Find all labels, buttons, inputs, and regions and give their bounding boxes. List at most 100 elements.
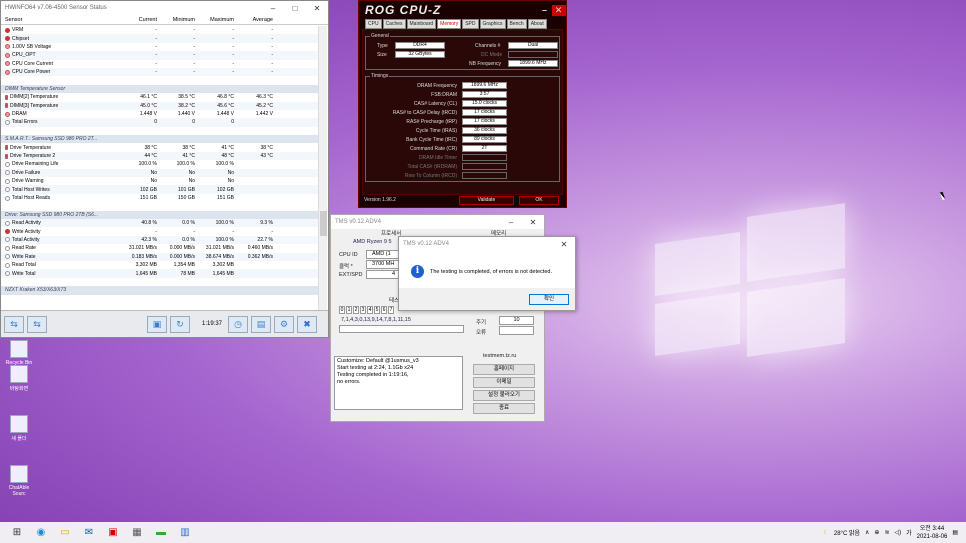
desktop-icon-recycle-bin[interactable]: Recycle Bin <box>4 340 34 366</box>
desktop-icon-app[interactable]: ChatAble Sourc <box>4 465 34 497</box>
validate-button[interactable]: Validate <box>459 196 514 205</box>
test-digit[interactable]: 6 <box>381 306 387 314</box>
cpuz-titlebar[interactable]: ROG CPU-Z – ✕ <box>359 1 566 19</box>
sensor-row[interactable]: DIMM[2] Temperature 46.1 °C 38.5 °C 46.8 °C… <box>1 93 319 101</box>
hwinfo-taskbar-icon[interactable]: ▦ <box>130 526 144 540</box>
tab-about[interactable]: About <box>527 19 547 29</box>
sensor-group-row[interactable]: S.M.A.R.T.: Samsung SSD 980 PRO 2T... <box>1 135 319 144</box>
sensor-row[interactable] <box>1 277 319 287</box>
tab-graphics[interactable]: Graphics <box>479 19 506 29</box>
test-digit[interactable]: 2 <box>353 306 359 314</box>
start-icon[interactable]: ⊞ <box>10 526 24 540</box>
cpuz-taskbar-icon[interactable]: ▣ <box>106 526 120 540</box>
chevron-up-icon[interactable]: ∧ <box>865 529 869 536</box>
sensor-row[interactable]: Drive Temperature 2 44 °C 41 °C 48 °C 43 °C <box>1 151 319 161</box>
col-maximum[interactable]: Maximum <box>198 17 237 23</box>
wifi-icon[interactable]: ≋ <box>884 529 889 536</box>
sensor-row[interactable] <box>1 126 319 136</box>
sensor-row[interactable]: Write Rate 0.183 MB/s 0.000 MB/s 38.674 MB/… <box>1 252 319 261</box>
report-icon[interactable]: ▤ <box>251 315 272 333</box>
sensor-row[interactable]: Drive Remaining Life 100.0 % 100.0 % 100.0 … <box>1 160 319 168</box>
sensor-row[interactable]: CPU Core Power - - - - <box>1 67 319 77</box>
sensor-row[interactable]: DIMM[3] Temperature 45.0 °C 38.2 °C 45.6 °C… <box>1 101 319 110</box>
close-icon[interactable]: ✕ <box>553 240 575 249</box>
test-digit[interactable]: 5 <box>374 306 380 314</box>
sensor-group-row[interactable]: NZXT Kraken X53/X63/X73 <box>1 286 319 295</box>
notification-icon[interactable]: ▤ <box>952 529 958 536</box>
sensor-row[interactable]: CPU Core Current - - - - <box>1 60 319 68</box>
cpuz-ok-button[interactable]: OK <box>519 196 559 205</box>
test-digit[interactable]: 3 <box>360 306 366 314</box>
desktop-icon-folder-2[interactable]: 새 폴더 <box>4 415 34 442</box>
settings-icon[interactable]: ⚙ <box>274 315 295 333</box>
sensor-row[interactable]: Drive Failure No No No <box>1 168 319 178</box>
sensor-row[interactable] <box>1 202 319 211</box>
sensor-row[interactable]: CPU_OPT - - - - <box>1 51 319 60</box>
tab-mainboard[interactable]: Mainboard <box>406 19 437 29</box>
network-icon[interactable]: ▣ <box>147 315 167 333</box>
sensor-row[interactable]: Drive Temperature 38 °C 38 °C 41 °C 38 °C <box>1 143 319 151</box>
tms-titlebar[interactable]: TMS v0.12 ADV4 – ✕ <box>331 215 544 229</box>
sensor-group-row[interactable]: DIMM Temperature Sensor <box>1 84 319 94</box>
clock-icon[interactable]: ◷ <box>228 315 249 333</box>
sensor-row[interactable]: Write Activity - - - - <box>1 227 319 235</box>
tab-caches[interactable]: Caches <box>382 19 406 29</box>
dialog-ok-button[interactable]: 확인 <box>529 294 569 305</box>
volume-icon[interactable]: ◁) <box>894 529 901 536</box>
file-explorer-icon[interactable]: ▭ <box>58 526 72 540</box>
sensor-row[interactable]: Read Rate 31.021 MB/s 0.000 MB/s 31.021 MB/… <box>1 244 319 252</box>
close-sensors-icon[interactable]: ✖ <box>297 315 318 333</box>
sensor-group-row[interactable]: Drive: Samsung SSD 980 PRO 2TB (S6... <box>1 210 319 219</box>
sensor-row[interactable]: VRM - - - - <box>1 26 319 34</box>
homepage-button[interactable]: 홈페이지 <box>473 364 535 375</box>
edge-icon[interactable]: ◉ <box>34 526 48 540</box>
memory-taskbar-icon[interactable]: ▬ <box>154 526 168 540</box>
col-minimum[interactable]: Minimum <box>160 17 198 23</box>
tab-bench[interactable]: Bench <box>506 19 527 29</box>
close-icon[interactable]: ✕ <box>522 218 544 227</box>
weather-text[interactable]: 28°C 맑음 <box>834 528 860 537</box>
site-link[interactable]: testmem.tz.ru <box>483 353 516 359</box>
scrollbar-thumb[interactable] <box>320 211 327 236</box>
close-icon[interactable]: ✕ <box>552 4 566 16</box>
clock[interactable]: 오전 3:44 2021-08-06 <box>917 525 948 541</box>
sensor-row[interactable]: Total Host Reads 151 GB 150 GB 151 GB <box>1 194 319 202</box>
hwinfo-titlebar[interactable]: HWiNFO64 v7.06-4500 Sensor Status – □ ✕ <box>1 1 328 15</box>
test-digit[interactable]: 4 <box>367 306 373 314</box>
minimize-icon[interactable]: – <box>538 5 552 16</box>
maximize-icon[interactable]: □ <box>284 4 306 13</box>
arrows-icon[interactable]: ⇆ <box>4 315 24 333</box>
test-digit[interactable]: 1 <box>346 306 352 314</box>
sensor-row[interactable]: Total Activity 42.3 % 0.0 % 100.0 % 22.7 % <box>1 235 319 245</box>
mail-icon[interactable]: ✉ <box>82 526 96 540</box>
sensor-row[interactable]: Read Activity 40.8 % 0.0 % 100.0 % 9.3 % <box>1 218 319 228</box>
sensor-row[interactable]: Read Total 3,302 MB 1,354 MB 3,302 MB <box>1 261 319 269</box>
minimize-icon[interactable]: – <box>500 218 522 227</box>
input-language[interactable]: 가 <box>906 528 912 537</box>
sync-icon[interactable]: ↻ <box>170 315 190 333</box>
test-digit[interactable]: 7 <box>388 306 394 314</box>
col-current[interactable]: Current <box>123 17 160 23</box>
email-button[interactable]: 이메일 <box>473 377 535 388</box>
minimize-icon[interactable]: – <box>262 4 284 13</box>
sensor-row[interactable]: Drive Warning No No No <box>1 177 319 185</box>
sensor-row[interactable] <box>1 76 319 85</box>
dialog-titlebar[interactable]: TMS v0.12 ADV4 ✕ <box>399 237 575 251</box>
network-icon[interactable]: ⊕ <box>874 529 879 536</box>
exit-button[interactable]: 종료 <box>473 403 535 414</box>
sensor-row[interactable]: DRAM 1.448 V 1.440 V 1.448 V 1.442 V <box>1 110 319 118</box>
tms-taskbar-icon[interactable]: ▥ <box>178 526 192 540</box>
tab-spd[interactable]: SPD <box>462 19 479 29</box>
col-average[interactable]: Average <box>237 17 276 23</box>
sensor-row[interactable]: Total Errors 0 0 0 <box>1 118 319 127</box>
load-settings-button[interactable]: 설정 불러오기 <box>473 390 535 401</box>
sensor-row[interactable]: Chipset - - - - <box>1 34 319 43</box>
col-sensor[interactable]: Sensor <box>5 17 123 23</box>
desktop-icon-folder[interactable]: 바탕화면 <box>4 365 34 392</box>
tab-memory[interactable]: Memory <box>437 19 462 29</box>
tab-cpu[interactable]: CPU <box>365 19 382 29</box>
sensor-row[interactable]: Write Total 1,645 MB 78 MB 1,645 MB <box>1 269 319 278</box>
sensor-row[interactable]: Total Host Writes 102 GB 101 GB 102 GB <box>1 185 319 194</box>
sensor-scrollbar[interactable] <box>318 26 327 311</box>
sensor-row[interactable]: 1.00V SB Voltage - - - - <box>1 43 319 51</box>
